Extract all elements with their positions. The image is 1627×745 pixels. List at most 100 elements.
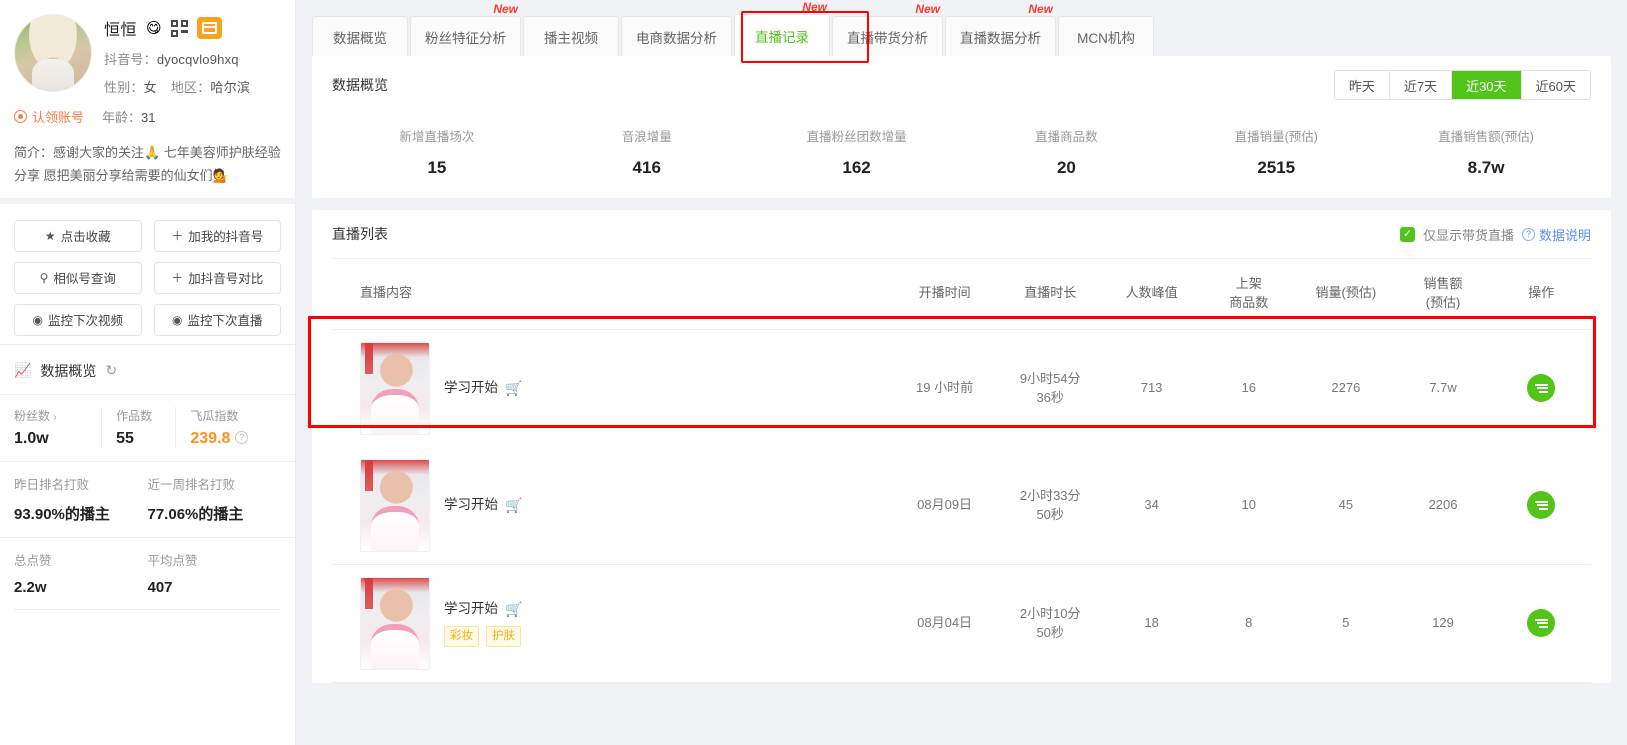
gender-label: 性别： [104, 80, 144, 95]
similar-account-label: 相似号查询 [53, 272, 116, 286]
app-root: 恒恒 😋 抖音号：dyocqvlo9hxq 性别：女 地区：哈尔滨 认领账号 年… [0, 0, 1627, 745]
only-commerce-live-checkbox[interactable] [1399, 226, 1415, 242]
range-7days[interactable]: 近7天 [1389, 71, 1453, 99]
qr-code-icon[interactable] [170, 19, 188, 37]
metric-label: 直播商品数 [1035, 130, 1098, 144]
cell-start-time: 08月09日 [891, 446, 998, 565]
tab-fans-analysis[interactable]: New 粉丝特征分析 [410, 2, 521, 56]
search-icon: ⚲ [39, 270, 49, 285]
new-badge: New [493, 2, 518, 16]
live-title[interactable]: 学习开始 [444, 378, 498, 398]
sidebar: 恒恒 😋 抖音号：dyocqvlo9hxq 性别：女 地区：哈尔滨 认领账号 年… [0, 0, 296, 745]
range-60days[interactable]: 近60天 [1521, 71, 1590, 99]
douyin-id-line: 抖音号：dyocqvlo9hxq [104, 49, 250, 68]
stat-total-likes-label: 总点赞 [14, 553, 52, 568]
new-badge: New [915, 2, 940, 16]
stat-works-value: 55 [116, 429, 134, 447]
stat-fans[interactable]: 粉丝数 › 1.0w [14, 407, 101, 448]
stat-feigua-label: 飞瓜指数 [190, 408, 239, 423]
col-operation: 操作 [1491, 258, 1591, 330]
help-icon[interactable]: ? [235, 430, 249, 444]
col-product-count-line1: 上架 [1235, 276, 1262, 291]
monitor-next-video-button[interactable]: ◉ 监控下次视频 [14, 303, 142, 336]
live-tag[interactable]: 彩妆 [444, 626, 479, 648]
table-row[interactable]: 学习开始 🛒 彩妆 护肤 08月04日 2小时10分 50秒 18 8 5 12… [332, 564, 1591, 683]
stat-total-likes: 总点赞 2.2w [14, 550, 148, 596]
age-value: 31 [141, 110, 156, 125]
new-badge: New [1028, 2, 1053, 16]
sidebar-stats-rank: 昨日排名打败 93.90%的播主 近一周排名打败 77.06%的播主 [0, 460, 295, 537]
tab-live-commerce-analysis[interactable]: New 直播带货分析 [832, 2, 943, 56]
table-row[interactable]: 学习开始 🛒 19 小时前 9小时54分 36秒 713 16 2276 7.7… [332, 329, 1591, 447]
main-content: 数据概览 昨天 近7天 近30天 近60天 新增直播场次 15 音浪增量 416… [296, 56, 1627, 745]
tab-live-records[interactable]: New 直播记录 [734, 0, 830, 56]
overview-panel: 数据概览 昨天 近7天 近30天 近60天 新增直播场次 15 音浪增量 416… [312, 56, 1611, 198]
claim-account-label: 认领账号 [32, 110, 85, 125]
metric-value: 416 [632, 158, 661, 177]
stat-rank-week-label: 近一周排名打败 [147, 477, 236, 492]
douyin-id-value: dyocqvlo9hxq [156, 52, 239, 67]
live-thumbnail[interactable] [360, 458, 430, 552]
cell-peak-viewers: 34 [1103, 446, 1201, 565]
avatar [14, 14, 92, 92]
live-tags: 彩妆 护肤 [444, 626, 522, 648]
sidebar-stats-likes: 总点赞 2.2w 平均点赞 407 [0, 536, 295, 609]
stat-rank-week-value: 77.06%的播主 [147, 505, 244, 523]
col-product-count-line2: 商品数 [1229, 294, 1269, 310]
monitor-next-live-label: 监控下次直播 [187, 314, 263, 328]
cell-duration: 2小时10分 50秒 [997, 564, 1103, 683]
live-tag[interactable]: 护肤 [486, 626, 521, 648]
tab-data-overview[interactable]: 数据概览 [312, 16, 408, 56]
cart-icon: 🛒 [505, 380, 523, 397]
cell-product-count: 16 [1241, 380, 1256, 396]
tab-ecommerce-analysis[interactable]: 电商数据分析 [621, 16, 732, 56]
live-list-title: 直播列表 [332, 226, 388, 242]
cell-sales-volume: 45 [1297, 446, 1395, 565]
similar-account-search-button[interactable]: ⚲ 相似号查询 [14, 261, 142, 294]
range-30days[interactable]: 近30天 [1452, 71, 1522, 99]
region-value: 哈尔滨 [210, 80, 251, 95]
cell-peak-viewers: 18 [1103, 564, 1201, 683]
only-commerce-live-label[interactable]: 仅显示带货直播 [1423, 225, 1514, 244]
overview-panel-title: 数据概览 [332, 77, 388, 93]
row-action-button[interactable] [1527, 374, 1556, 403]
favorite-button[interactable]: ★ 点击收藏 [14, 219, 142, 252]
shop-icon[interactable] [196, 17, 222, 39]
tab-live-data-analysis[interactable]: New 直播数据分析 [945, 2, 1056, 56]
refresh-icon[interactable]: ↻ [105, 362, 117, 379]
stat-avg-likes-label: 平均点赞 [147, 553, 198, 568]
live-title[interactable]: 学习开始 [444, 599, 498, 619]
row-action-button[interactable] [1527, 609, 1556, 638]
row-action-button[interactable] [1527, 491, 1556, 520]
claim-account-button[interactable]: 认领账号 [14, 107, 84, 126]
tab-host-videos[interactable]: 播主视频 [523, 16, 619, 56]
cell-start-time: 08月04日 [891, 564, 998, 683]
tab-mcn[interactable]: MCN机构 [1058, 16, 1154, 56]
duration-line2: 50秒 [1036, 507, 1064, 523]
range-yesterday[interactable]: 昨天 [1334, 71, 1390, 99]
cell-sales-amount: 129 [1394, 564, 1492, 683]
add-douyin-compare-button[interactable]: ＋ 加抖音号对比 [153, 261, 281, 294]
cell-operation [1492, 329, 1591, 447]
eye-icon: ◉ [172, 312, 183, 327]
live-thumbnail[interactable] [360, 341, 430, 435]
duration-line1: 9小时54分 [1019, 370, 1081, 386]
duration-line2: 36秒 [1036, 390, 1064, 406]
plus-icon: ＋ [171, 270, 184, 285]
add-my-douyin-button[interactable]: ＋ 加我的抖音号 [153, 219, 281, 252]
data-note-link[interactable]: ? 数据说明 [1521, 225, 1591, 244]
live-records-table: 直播内容 开播时间 直播时长 人数峰值 上架 商品数 销量(预估) 销售额 (预… [332, 258, 1591, 683]
monitor-next-live-button[interactable]: ◉ 监控下次直播 [153, 303, 281, 336]
cell-sales-amount: 7.7w [1429, 380, 1457, 396]
duration-line1: 2小时10分 [1019, 605, 1081, 621]
date-range-group: 昨天 近7天 近30天 近60天 [1333, 70, 1591, 100]
metric-yinlang-growth: 音浪增量 416 [542, 126, 752, 178]
live-thumbnail[interactable] [360, 576, 430, 670]
metric-live-sales-volume: 直播销量(预估) 2515 [1171, 126, 1381, 178]
live-title[interactable]: 学习开始 [444, 495, 498, 515]
table-row[interactable]: 学习开始 🛒 08月09日 2小时33分 50秒 34 10 45 2206 [332, 446, 1591, 565]
favorite-button-label: 点击收藏 [60, 230, 111, 244]
sidebar-overview-title: 数据概览 [40, 362, 97, 379]
cell-product-count: 8 [1200, 564, 1298, 683]
add-douyin-compare-label: 加抖音号对比 [188, 272, 264, 286]
